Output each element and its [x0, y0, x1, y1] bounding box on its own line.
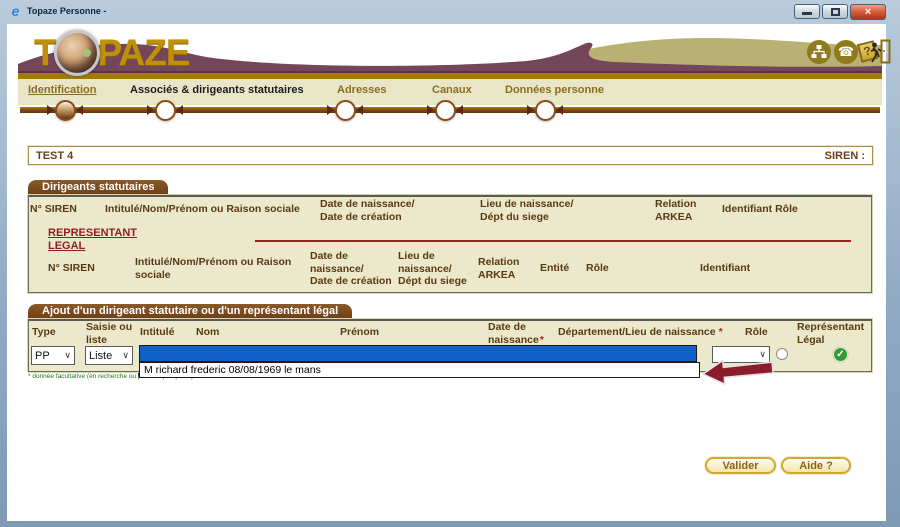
col-header-departement: Département/Lieu de naissance*	[558, 326, 723, 339]
logo-letters-right: PAZE	[98, 31, 190, 75]
col-header-type: Type	[32, 326, 56, 339]
arrowhead	[527, 105, 534, 115]
exit-icon[interactable]	[869, 38, 891, 70]
col-header: RelationARKEA	[655, 198, 696, 223]
topaze-logo: T PAZE	[34, 30, 190, 76]
col-header-prenom: Prénom	[340, 326, 379, 339]
valider-button[interactable]: Valider	[705, 457, 776, 474]
step-circle-identification[interactable]	[55, 100, 76, 121]
col-header: Lieu de naissance/Dépt du siege	[480, 198, 573, 223]
confirm-check-icon[interactable]: ✓	[833, 347, 848, 362]
col-header: Identifiant Rôle	[722, 203, 798, 216]
col-header: Lieu denaissance/Dépt du siege	[398, 250, 467, 288]
col-header-date-naissance: Date de naissance*	[488, 321, 544, 346]
org-chart-icon[interactable]	[807, 40, 831, 64]
person-combobox-selected[interactable]	[139, 345, 697, 362]
arrowhead	[147, 105, 154, 115]
maximize-icon	[831, 8, 840, 16]
representant-legal-link[interactable]: REPRESENTANT LEGAL	[48, 227, 137, 252]
org-chart-glyph	[811, 45, 827, 59]
saisie-select[interactable]: Liste ∨	[85, 346, 133, 365]
company-name: TEST 4	[36, 150, 73, 162]
person-dropdown-list[interactable]: M richard frederic 08/08/1969 le mans	[139, 362, 700, 378]
maximize-button[interactable]	[822, 4, 848, 19]
logo-letter-left: T	[34, 31, 56, 75]
col-header: Intitulé/Nom/Prénom ou Raison sociale	[105, 203, 300, 216]
arrowhead	[76, 105, 83, 115]
tab-associes-dirigeants[interactable]: Associés & dirigeants statutaires	[130, 84, 304, 96]
arrowhead	[176, 105, 183, 115]
step-circle-canaux[interactable]	[435, 100, 456, 121]
col-header: RelationARKEA	[478, 256, 519, 281]
phone-icon[interactable]: ☎	[834, 40, 858, 64]
representant-divider	[255, 240, 851, 242]
col-header-intitule: Intitulé	[140, 326, 174, 339]
app-window: e Topaze Personne - × T PAZE ☎ ?	[0, 0, 900, 527]
minimize-icon	[802, 12, 812, 15]
arrowhead	[47, 105, 54, 115]
annotation-arrow-icon	[701, 354, 778, 393]
type-select-value: PP	[35, 350, 50, 362]
arrowhead	[327, 105, 334, 115]
step-circle-associes[interactable]	[155, 100, 176, 121]
col-header: Rôle	[586, 262, 609, 275]
col-header: Date denaissance/Date de création	[310, 250, 392, 288]
window-title: Topaze Personne -	[27, 6, 106, 16]
step-circle-adresses[interactable]	[335, 100, 356, 121]
aide-button[interactable]: Aide ?	[781, 457, 851, 474]
col-header: N° SIREN	[48, 262, 95, 275]
col-header-nom: Nom	[196, 326, 219, 339]
close-button[interactable]: ×	[850, 4, 886, 20]
browser-icon: e	[7, 3, 24, 20]
arrowhead	[427, 105, 434, 115]
representant-legal-radio[interactable]	[776, 348, 788, 360]
col-header-saisie: Saisie ouliste	[86, 321, 132, 346]
company-strip: TEST 4 SIREN :	[28, 146, 873, 165]
siren-label: SIREN :	[825, 150, 865, 162]
titlebar: e Topaze Personne - ×	[0, 0, 900, 24]
col-header: Date de naissance/Date de création	[320, 198, 415, 223]
person-dropdown-option[interactable]: M richard frederic 08/08/1969 le mans	[144, 364, 321, 376]
minimize-button[interactable]	[794, 4, 820, 19]
saisie-select-value: Liste	[89, 350, 112, 362]
tab-identification[interactable]: Identification	[28, 84, 96, 96]
chevron-down-icon: ∨	[122, 351, 129, 360]
col-header-representant-legal: ReprésentantLégal	[797, 321, 864, 346]
arrowhead	[556, 105, 563, 115]
logo-portrait-photo	[54, 30, 100, 76]
col-header-role: Rôle	[745, 326, 768, 339]
col-header: Entité	[540, 262, 569, 275]
arrowhead	[356, 105, 363, 115]
type-select[interactable]: PP ∨	[31, 346, 75, 365]
col-header: N° SIREN	[30, 203, 77, 216]
chevron-down-icon: ∨	[64, 351, 71, 360]
exit-glyph	[869, 38, 891, 65]
col-header: Identifiant	[700, 262, 750, 275]
col-header: Intitulé/Nom/Prénom ou Raisonsociale	[135, 256, 291, 281]
tab-canaux[interactable]: Canaux	[432, 84, 472, 96]
step-circle-donnees[interactable]	[535, 100, 556, 121]
arrowhead	[456, 105, 463, 115]
tab-adresses[interactable]: Adresses	[337, 84, 387, 96]
tab-donnees-personne[interactable]: Données personne	[505, 84, 604, 96]
section-title-dirigeants: Dirigeants statutaires	[28, 180, 168, 195]
section-title-ajout: Ajout d'un dirigeant statutaire ou d'un …	[28, 304, 352, 319]
